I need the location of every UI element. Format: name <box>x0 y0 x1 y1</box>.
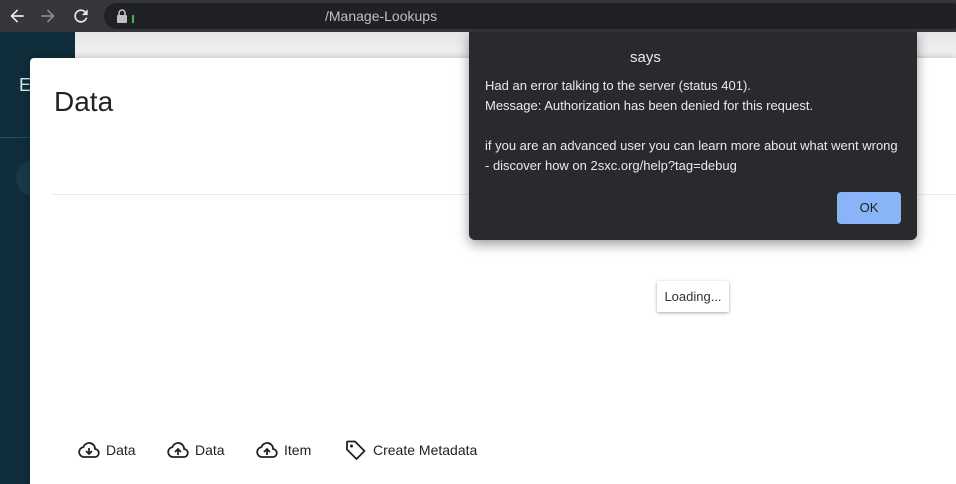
import-data-button[interactable]: Data <box>166 438 225 462</box>
cloud-upload-icon <box>256 442 278 458</box>
loading-indicator: Loading... <box>657 281 729 312</box>
import-item-label: Item <box>284 442 312 458</box>
arrow-right-icon <box>41 9 55 23</box>
lock-icon <box>117 9 127 23</box>
alert-line: if you are an advanced user you can lear… <box>485 138 898 153</box>
arrow-left-icon <box>10 9 24 23</box>
export-data-label: Data <box>106 442 136 458</box>
import-item-button[interactable]: Item <box>255 438 311 462</box>
ok-button[interactable]: OK <box>837 192 901 224</box>
cloud-upload-icon <box>167 442 189 458</box>
alert-title: says <box>630 49 661 66</box>
export-data-button[interactable]: Data <box>77 438 136 462</box>
alert-message: Had an error talking to the server (stat… <box>485 76 905 176</box>
reload-icon <box>74 9 88 23</box>
forward-button[interactable] <box>38 6 58 26</box>
alert-line: - discover how on 2sxc.org/help?tag=debu… <box>485 158 737 173</box>
address-bar[interactable]: /Manage-Lookups <box>104 3 956 29</box>
browser-toolbar: /Manage-Lookups <box>0 0 956 32</box>
cloud-download-icon <box>78 442 100 458</box>
create-metadata-label: Create Metadata <box>373 442 478 458</box>
alert-dialog: says Had an error talking to the server … <box>469 32 917 240</box>
reload-button[interactable] <box>71 6 91 26</box>
create-metadata-button[interactable]: Create Metadata <box>344 438 477 462</box>
dialog-title: Data <box>54 86 114 117</box>
alert-line: Had an error talking to the server (stat… <box>485 78 751 93</box>
url-text: /Manage-Lookups <box>325 8 438 24</box>
site-indicator <box>132 15 134 23</box>
back-button[interactable] <box>7 6 27 26</box>
alert-line-blank <box>485 116 905 136</box>
alert-line: Message: Authorization has been denied f… <box>485 98 814 113</box>
tag-icon <box>346 440 366 460</box>
import-data-label: Data <box>195 442 225 458</box>
